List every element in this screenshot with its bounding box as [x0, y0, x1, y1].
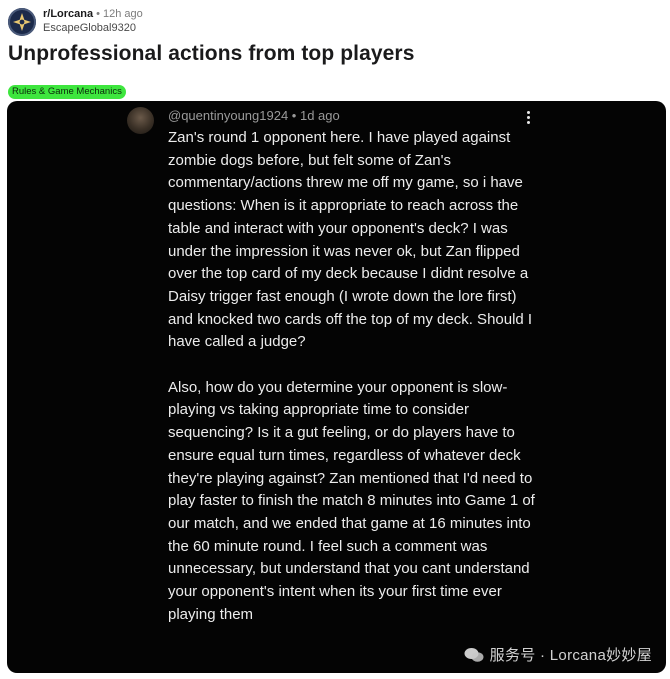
post-image[interactable]: @quentinyoung1924 • 1d ago Zan's round 1…: [7, 101, 666, 673]
comment-avatar: [127, 107, 154, 134]
post-author[interactable]: EscapeGlobal9320: [43, 21, 143, 35]
post-header: r/Lorcana • 12h ago EscapeGlobal9320: [8, 7, 143, 36]
subreddit-link[interactable]: r/Lorcana: [43, 8, 93, 20]
lorcana-emblem-icon: [13, 13, 31, 31]
post-flair[interactable]: Rules & Game Mechanics: [8, 85, 126, 99]
post-time: 12h ago: [103, 8, 143, 20]
kebab-menu-icon: [527, 111, 530, 124]
comment-text: Zan's round 1 opponent here. I have play…: [168, 127, 540, 626]
comment-paragraph-2: Also, how do you determine your opponent…: [168, 378, 535, 623]
comment-paragraph-1: Zan's round 1 opponent here. I have play…: [168, 129, 533, 351]
meta-separator: •: [96, 8, 100, 20]
watermark: 服务号 · Lorcana妙妙屋: [464, 644, 652, 665]
subreddit-icon[interactable]: [8, 8, 36, 36]
comment-handle: @quentinyoung1924 • 1d ago: [168, 108, 340, 123]
watermark-text: 服务号 · Lorcana妙妙屋: [489, 647, 652, 664]
wechat-icon: [464, 647, 484, 663]
post-title[interactable]: Unprofessional actions from top players: [8, 42, 414, 66]
